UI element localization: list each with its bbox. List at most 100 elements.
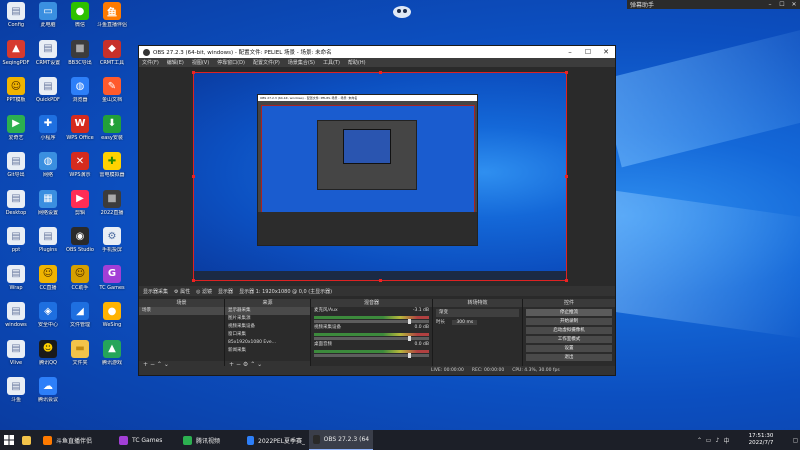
- desktop-icon[interactable]: ■ BB3C导出: [64, 39, 96, 78]
- desktop-icon[interactable]: ▤ QuickPDF: [32, 77, 64, 115]
- taskbar-item[interactable]: TC Games: [115, 430, 179, 450]
- desktop-icon[interactable]: ● WeSing: [96, 302, 128, 340]
- source-toolbar-item[interactable]: 显示器: [218, 288, 233, 295]
- desktop-icon[interactable]: ▶ 剪辑: [64, 189, 96, 228]
- desktop-icon[interactable]: ▭ 此电脑: [32, 2, 64, 40]
- control-button[interactable]: 启动虚拟摄像机: [526, 327, 612, 334]
- source-toolbar-item[interactable]: 显示器 1: 1920x1080 @ 0,0 (主显示器): [239, 288, 332, 295]
- desktop-icon[interactable]: ▤ Wrap: [0, 264, 32, 303]
- menu-item[interactable]: 帮助(H): [348, 59, 366, 66]
- control-button[interactable]: 工作室模式: [526, 336, 612, 343]
- desktop-icon[interactable]: ☺ PPT模板: [0, 77, 32, 115]
- desktop-icon[interactable]: ☁ 腾讯会议: [32, 377, 64, 415]
- resize-handle[interactable]: [192, 71, 195, 74]
- resize-handle[interactable]: [565, 71, 568, 74]
- resize-handle[interactable]: [192, 175, 195, 178]
- desktop-icon[interactable]: ◢ 文件管理: [64, 302, 96, 340]
- obs-preview[interactable]: OBS 27.2.3 (64-bit, windows) - 配置文件: PEL…: [193, 72, 567, 281]
- desktop-icon[interactable]: ▶ 爱奇艺: [0, 114, 32, 153]
- ime-icon[interactable]: 中: [722, 436, 731, 445]
- clock[interactable]: 17:51:30 2022/7/7: [731, 433, 791, 447]
- taskbar-item[interactable]: 斗鱼直播伴侣: [39, 430, 115, 450]
- desktop-icon[interactable]: ▲ 腾讯游戏: [96, 339, 128, 378]
- menu-item[interactable]: 文件(F): [142, 59, 159, 66]
- resize-handle[interactable]: [379, 279, 382, 282]
- menu-item[interactable]: 编辑(E): [167, 59, 184, 66]
- desktop-icon[interactable]: ▤ CRMT设置: [32, 39, 64, 78]
- resize-handle[interactable]: [379, 71, 382, 74]
- desktop-icon[interactable]: ▤ ppt: [0, 227, 32, 265]
- source-item[interactable]: 图片采集源: [225, 315, 310, 323]
- source-toolbar-item[interactable]: ◎ 滤镜: [196, 288, 212, 295]
- source-item[interactable]: 85x1920x1080 Eve...: [225, 339, 310, 347]
- desktop-icon[interactable]: ▤ windows: [0, 302, 32, 340]
- tray-arrow-icon[interactable]: ⌃: [695, 437, 704, 444]
- desktop-icon[interactable]: G TC Games: [96, 264, 128, 303]
- desktop-icon[interactable]: ◉ OBS Studio: [64, 227, 96, 265]
- source-item[interactable]: 显示器采集: [225, 307, 310, 315]
- desktop-icon[interactable]: 鱼斗鱼直播伴侣: [96, 2, 128, 40]
- desktop-icon[interactable]: ☺ CC助手: [64, 264, 96, 303]
- control-button[interactable]: 退出: [526, 354, 612, 361]
- volume-slider[interactable]: [314, 336, 429, 341]
- desktop-icon[interactable]: ☻ 腾讯QQ: [32, 339, 64, 378]
- volume-slider[interactable]: [314, 353, 429, 358]
- desktop-icon[interactable]: ✚ 雷电模拟器: [96, 152, 128, 190]
- floating-assistant-icon[interactable]: [391, 3, 413, 19]
- desktop-icon[interactable]: ▤ 斗鱼: [0, 377, 32, 415]
- taskbar-item[interactable]: 2022PEL夏季赛_PE...: [243, 430, 309, 450]
- source-toolbar-item[interactable]: ⚙ 属性: [174, 288, 190, 295]
- maximize-icon[interactable]: ☐: [776, 1, 788, 8]
- desktop-icon[interactable]: ✚ 小程序: [32, 114, 64, 153]
- control-button[interactable]: 停止推流: [526, 309, 612, 316]
- desktop-icon[interactable]: W WPS Office: [64, 114, 96, 153]
- desktop-icon[interactable]: ◍ 浏览器: [64, 77, 96, 115]
- network-icon[interactable]: ▭: [704, 437, 713, 444]
- volume-slider[interactable]: [314, 319, 429, 324]
- source-item[interactable]: 新闻采集: [225, 347, 310, 355]
- source-item[interactable]: 视频采集设备: [225, 323, 310, 331]
- notification-icon[interactable]: ▢: [791, 437, 800, 444]
- menu-item[interactable]: 场景集合(S): [288, 59, 315, 66]
- desktop-icon[interactable]: ▤ Desktop: [0, 189, 32, 228]
- file-explorer-pin[interactable]: [18, 430, 39, 450]
- desktop-icon[interactable]: ▤ Plugins: [32, 227, 64, 265]
- maximize-icon[interactable]: ☐: [579, 48, 597, 56]
- close-icon[interactable]: ✕: [597, 48, 615, 56]
- source-toolbar-item[interactable]: 显示器采集: [143, 288, 168, 295]
- desktop-icon[interactable]: ▦ 网络设置: [32, 189, 64, 228]
- desktop-icon[interactable]: ✎ 金山文档: [96, 77, 128, 115]
- scene-item[interactable]: 场景: [139, 307, 224, 315]
- slider-knob[interactable]: [408, 353, 411, 358]
- desktop-icon[interactable]: ☺ CC直播: [32, 264, 64, 303]
- start-button[interactable]: [0, 430, 18, 450]
- desktop-icon[interactable]: ⚙ 手机投屏: [96, 227, 128, 265]
- desktop-icon[interactable]: ▤ Vlive: [0, 339, 32, 378]
- volume-icon[interactable]: ♪: [713, 437, 722, 444]
- menu-item[interactable]: 视图(V): [192, 59, 209, 66]
- minimize-icon[interactable]: –: [561, 48, 579, 56]
- desktop-icon[interactable]: ✕ WPS演示: [64, 152, 96, 190]
- desktop-icon[interactable]: ▤ Git导出: [0, 152, 32, 190]
- control-button[interactable]: 开始录制: [526, 318, 612, 325]
- taskbar-item[interactable]: 腾讯视频: [179, 430, 243, 450]
- desktop-icon[interactable]: ⬇ easy安装: [96, 114, 128, 153]
- slider-knob[interactable]: [408, 319, 411, 324]
- taskbar-item[interactable]: OBS 27.2.3 (64-bit...: [309, 430, 373, 450]
- resize-handle[interactable]: [565, 279, 568, 282]
- transition-select[interactable]: 渐变: [436, 309, 519, 317]
- duration-field[interactable]: 300 ms: [452, 320, 478, 325]
- close-icon[interactable]: ✕: [788, 1, 800, 8]
- menu-item[interactable]: 配置文件(P): [253, 59, 280, 66]
- desktop-icon[interactable]: ◈ 安全中心: [32, 302, 64, 340]
- obs-titlebar[interactable]: OBS 27.2.3 (64-bit, windows) - 配置文件: PEL…: [139, 46, 615, 58]
- desktop-icon[interactable]: ▤ Config: [0, 2, 32, 40]
- minimize-icon[interactable]: –: [764, 1, 776, 8]
- desktop-icon[interactable]: ◍ 网络: [32, 152, 64, 190]
- slider-knob[interactable]: [408, 336, 411, 341]
- source-item[interactable]: 窗口采集: [225, 331, 310, 339]
- desktop-icon[interactable]: ■ 2022直播: [96, 189, 128, 228]
- control-button[interactable]: 设置: [526, 345, 612, 352]
- resize-handle[interactable]: [192, 279, 195, 282]
- menu-item[interactable]: 工具(T): [323, 59, 340, 66]
